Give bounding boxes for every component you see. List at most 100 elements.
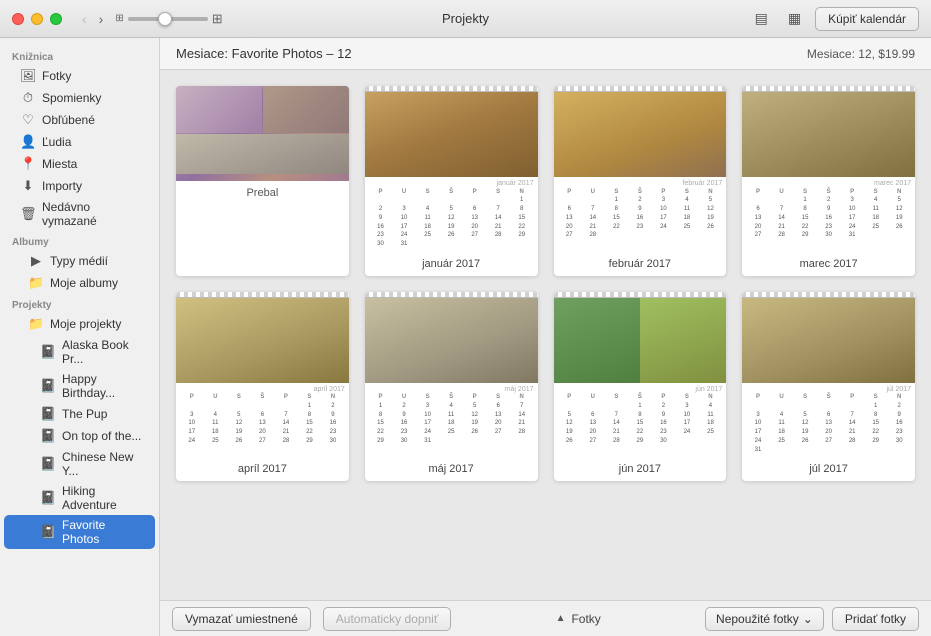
sidebar-item-hiking[interactable]: 📓 Hiking Adventure: [4, 481, 155, 515]
calendar-page-jul[interactable]: júl 2017 PUSŠPSN 12 3456789 101112131415…: [742, 292, 915, 482]
add-photos-button[interactable]: Pridať fotky: [832, 607, 919, 631]
imports-icon: ⬇: [20, 178, 36, 194]
sidebar-item-chinese-new[interactable]: 📓 Chinese New Y...: [4, 447, 155, 481]
slider-thumb: [158, 12, 172, 26]
sidebar-item-recently-deleted[interactable]: 🗑 Nedávno vymazané: [4, 197, 155, 231]
jun-mini-calendar: jún 2017 PUSŠPSN 1234 567891011 12131415…: [554, 383, 727, 460]
sidebar-toggle-button[interactable]: ▤: [749, 7, 774, 30]
sidebar-item-my-albums[interactable]: 📁 Moje albumy: [4, 272, 155, 294]
calendar-page-apr[interactable]: apríl 2017 PUSŠPSN 12 3456789 1011121314…: [176, 292, 349, 482]
calendar-grid: Prebal január 2017 PUSŠPSN 1 2345678 910…: [160, 70, 931, 600]
projects-section-header: Projekty: [0, 294, 159, 313]
places-icon: 📍: [20, 156, 36, 172]
the-pup-icon: 📓: [40, 406, 56, 422]
sidebar-item-imports[interactable]: ⬇ Importy: [4, 175, 155, 197]
alaska-icon: 📓: [40, 344, 56, 360]
sidebar-item-memories[interactable]: ⏱ Spomienky: [4, 87, 155, 109]
jan-mini-calendar: január 2017 PUSŠPSN 1 2345678 9101112131…: [365, 177, 538, 254]
close-button[interactable]: [12, 13, 24, 25]
zoom-slider[interactable]: ⊞ ⊞: [115, 11, 222, 27]
toolbar-right: Nepoužité fotky ⌄ Pridať fotky: [705, 607, 919, 631]
forward-button[interactable]: ›: [95, 9, 108, 29]
slider-track: [128, 17, 208, 21]
jul-cal-grid: PUSŠPSN 12 3456789 10111213141516 171819…: [746, 394, 911, 456]
delete-placed-button[interactable]: Vymazať umiestnené: [172, 607, 311, 631]
media-types-icon: ▶: [28, 253, 44, 269]
jul-photo: [742, 298, 915, 383]
photos-toggle[interactable]: ▲ Fotky: [556, 612, 601, 626]
my-albums-icon: 📁: [28, 275, 44, 291]
sidebar: Knižnica 🖼 Fotky ⏱ Spomienky ♡ Obľúbené …: [0, 38, 160, 636]
jun-label: jún 2017: [554, 459, 727, 481]
sidebar-item-favorites[interactable]: ♡ Obľúbené: [4, 109, 155, 131]
photos-toggle-label: Fotky: [571, 612, 600, 626]
apr-label: apríl 2017: [176, 459, 349, 481]
window-title: Projekty: [442, 11, 489, 26]
content-header: Mesiace: Favorite Photos – 12 Mesiace: 1…: [160, 38, 931, 70]
maximize-button[interactable]: [50, 13, 62, 25]
content-meta: Mesiace: 12, $19.99: [807, 47, 915, 61]
on-top-icon: 📓: [40, 428, 56, 444]
minimize-button[interactable]: [31, 13, 43, 25]
albums-section-header: Albumy: [0, 231, 159, 250]
cover-label: Prebal: [246, 181, 278, 203]
calendar-page-cover[interactable]: Prebal: [176, 86, 349, 276]
window-controls: [12, 13, 62, 25]
sidebar-item-places[interactable]: 📍 Miesta: [4, 153, 155, 175]
large-grid-icon: ⊞: [212, 11, 223, 27]
apr-photo: [176, 298, 349, 383]
main-layout: Knižnica 🖼 Fotky ⏱ Spomienky ♡ Obľúbené …: [0, 38, 931, 636]
view-toggle-button[interactable]: ▦: [782, 7, 807, 30]
jan-label: január 2017: [365, 254, 538, 276]
sidebar-item-people[interactable]: 👤 Ľudia: [4, 131, 155, 153]
buy-calendar-button[interactable]: Kúpiť kalendár: [815, 7, 919, 31]
autofill-button[interactable]: Automaticky dopniť: [323, 607, 452, 631]
may-mini-calendar: máj 2017 PUSŠPSN 1234567 891011121314 15…: [365, 383, 538, 460]
my-projects-icon: 📁: [28, 316, 44, 332]
sidebar-item-photos[interactable]: 🖼 Fotky: [4, 65, 155, 87]
calendar-page-may[interactable]: máj 2017 PUSŠPSN 1234567 891011121314 15…: [365, 292, 538, 482]
feb-label: február 2017: [554, 254, 727, 276]
calendar-page-mar[interactable]: marec 2017 PUSŠPSN 12345 6789101112 1314…: [742, 86, 915, 276]
titlebar: ‹ › ⊞ ⊞ Projekty ▤ ▦ Kúpiť kalendár: [0, 0, 931, 38]
may-photo: [365, 298, 538, 383]
calendar-page-feb[interactable]: február 2017 PUSŠPSN 12345 6789101112 13…: [554, 86, 727, 276]
sidebar-item-favorite-photos[interactable]: 📓 Favorite Photos: [4, 515, 155, 549]
mar-label: marec 2017: [742, 254, 915, 276]
sidebar-item-alaska[interactable]: 📓 Alaska Book Pr...: [4, 335, 155, 369]
chevron-up-icon: ▲: [556, 613, 566, 624]
calendar-page-jun[interactable]: jún 2017 PUSŠPSN 1234 567891011 12131415…: [554, 292, 727, 482]
chinese-new-icon: 📓: [40, 456, 56, 472]
sidebar-item-the-pup[interactable]: 📓 The Pup: [4, 403, 155, 425]
mar-photo: [742, 92, 915, 177]
jan-cal-grid: PUSŠPSN 1 2345678 9101112131415 16171819…: [369, 188, 534, 250]
jul-mini-calendar: júl 2017 PUSŠPSN 12 3456789 101112131415…: [742, 383, 915, 460]
feb-photo: [554, 92, 727, 177]
jul-label: júl 2017: [742, 459, 915, 481]
nav-buttons: ‹ ›: [78, 9, 107, 29]
apr-mini-calendar: apríl 2017 PUSŠPSN 12 3456789 1011121314…: [176, 383, 349, 460]
sidebar-item-on-top-of[interactable]: 📓 On top of the...: [4, 425, 155, 447]
back-button[interactable]: ‹: [78, 9, 91, 29]
favorites-icon: ♡: [20, 112, 36, 128]
sidebar-item-happy-birthday[interactable]: 📓 Happy Birthday...: [4, 369, 155, 403]
titlebar-actions: ▤ ▦ Kúpiť kalendár: [749, 7, 919, 31]
library-section-header: Knižnica: [0, 46, 159, 65]
jun-photo: [554, 298, 727, 383]
jun-cal-grid: PUSŠPSN 1234 567891011 12131415161718 19…: [558, 394, 723, 447]
trash-icon: 🗑: [20, 206, 36, 222]
content-area: Mesiace: Favorite Photos – 12 Mesiace: 1…: [160, 38, 931, 636]
content-title: Mesiace: Favorite Photos – 12: [176, 46, 352, 61]
calendar-page-jan[interactable]: január 2017 PUSŠPSN 1 2345678 9101112131…: [365, 86, 538, 276]
memories-icon: ⏱: [20, 90, 36, 106]
sidebar-item-my-projects[interactable]: 📁 Moje projekty: [4, 313, 155, 335]
may-cal-grid: PUSŠPSN 1234567 891011121314 15161718192…: [369, 394, 534, 447]
happy-birthday-icon: 📓: [40, 378, 56, 394]
feb-cal-grid: PUSŠPSN 12345 6789101112 13141516171819 …: [558, 188, 723, 241]
unused-photos-select[interactable]: Nepoužité fotky ⌄: [705, 607, 824, 631]
dropdown-arrow-icon: ⌄: [803, 612, 813, 626]
apr-cal-grid: PUSŠPSN 12 3456789 10111213141516 171819…: [180, 394, 345, 447]
mar-mini-calendar: marec 2017 PUSŠPSN 12345 6789101112 1314…: [742, 177, 915, 254]
feb-mini-calendar: február 2017 PUSŠPSN 12345 6789101112 13…: [554, 177, 727, 254]
sidebar-item-media-types[interactable]: ▶ Typy médií: [4, 250, 155, 272]
